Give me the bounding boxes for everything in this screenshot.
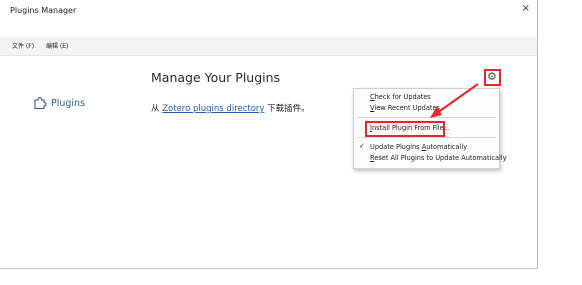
- annotation-arrow: [430, 83, 479, 118]
- plugins-manager-window: Plugins Manager × 文件 (F) 编辑 (E) Plugins …: [0, 0, 538, 269]
